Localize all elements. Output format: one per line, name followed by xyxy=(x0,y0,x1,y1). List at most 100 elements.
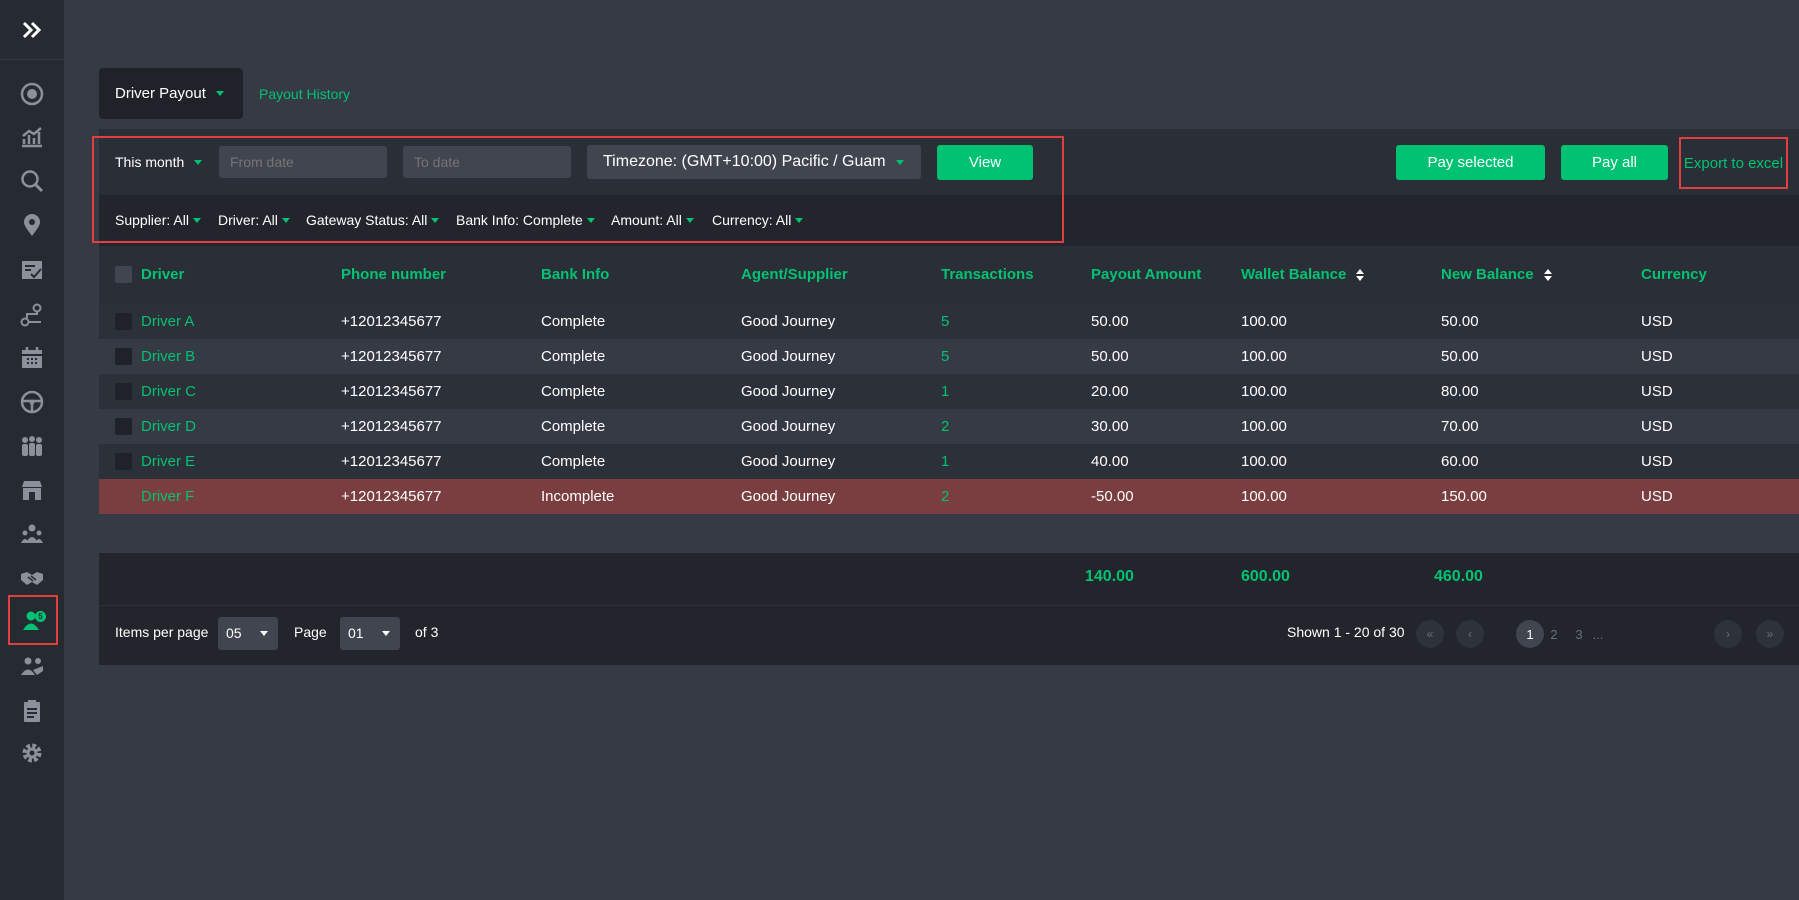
tab-payout-history[interactable]: Payout History xyxy=(259,86,350,102)
view-button[interactable]: View xyxy=(937,145,1033,180)
transactions-link[interactable]: 2 xyxy=(941,479,949,514)
sidebar-item-driver-payout[interactable]: 5 xyxy=(8,595,58,645)
agent-cell: Good Journey xyxy=(741,313,836,330)
new-balance-cell: 60.00 xyxy=(1441,453,1479,470)
sidebar-item-reports[interactable] xyxy=(0,689,64,733)
tasks-icon xyxy=(22,261,42,279)
table-row[interactable]: Driver A +12012345677 Complete Good Jour… xyxy=(99,304,1799,339)
gateway-status-filter[interactable]: Gateway Status: All xyxy=(306,212,440,228)
column-header-wallet-balance[interactable]: Wallet Balance xyxy=(1241,266,1364,283)
pay-all-button[interactable]: Pay all xyxy=(1561,145,1668,180)
sidebar-item-people[interactable] xyxy=(0,424,64,468)
row-checkbox[interactable] xyxy=(115,383,132,400)
chevron-down-icon xyxy=(194,159,203,165)
sort-icon[interactable] xyxy=(1544,269,1552,281)
from-date-input[interactable] xyxy=(219,146,387,178)
store-icon xyxy=(22,481,42,500)
total-wallet-balance: 600.00 xyxy=(1241,568,1290,585)
supplier-filter-label: Supplier: All xyxy=(115,212,189,228)
driver-name-link[interactable]: Driver C xyxy=(141,374,196,409)
column-header-driver[interactable]: Driver xyxy=(141,266,184,283)
sort-icon[interactable] xyxy=(1356,269,1364,281)
sidebar-item-partners[interactable] xyxy=(0,556,64,600)
dashboard-icon xyxy=(20,82,44,106)
select-all-checkbox[interactable] xyxy=(115,266,132,283)
phone-cell: +12012345677 xyxy=(341,383,442,400)
new-balance-cell: 80.00 xyxy=(1441,383,1479,400)
supplier-filter[interactable]: Supplier: All xyxy=(115,212,201,228)
driver-name-link[interactable]: Driver F xyxy=(141,479,194,514)
transactions-link[interactable]: 5 xyxy=(941,339,949,374)
amount-filter[interactable]: Amount: All xyxy=(611,212,694,228)
currency-cell: USD xyxy=(1641,418,1673,435)
sidebar-item-dashboard[interactable] xyxy=(0,72,64,116)
sidebar-item-drivers[interactable] xyxy=(0,380,64,424)
sidebar-item-team[interactable] xyxy=(0,512,64,556)
currency-filter-label: Currency: All xyxy=(712,212,792,228)
bank-info-filter-label: Bank Info: Complete xyxy=(456,212,583,228)
wallet-balance-cell: 100.00 xyxy=(1241,313,1287,330)
column-header-new-balance[interactable]: New Balance xyxy=(1441,266,1552,283)
tab-driver-payout[interactable]: Driver Payout xyxy=(99,68,243,119)
agent-cell: Good Journey xyxy=(741,488,836,505)
bank-info-filter[interactable]: Bank Info: Complete xyxy=(456,212,595,228)
sidebar-item-route[interactable] xyxy=(0,293,64,337)
table-row[interactable]: Driver D +12012345677 Complete Good Jour… xyxy=(99,409,1799,444)
sidebar-item-search[interactable] xyxy=(0,159,64,203)
team-icon xyxy=(21,524,43,543)
chevron-down-icon xyxy=(895,159,904,165)
timezone-dropdown[interactable]: Timezone: (GMT+10:00) Pacific / Guam xyxy=(587,145,921,179)
row-checkbox[interactable] xyxy=(115,453,132,470)
wallet-balance-label: Wallet Balance xyxy=(1241,266,1347,283)
new-balance-cell: 50.00 xyxy=(1441,313,1479,330)
total-new-balance: 460.00 xyxy=(1434,568,1483,585)
driver-filter[interactable]: Driver: All xyxy=(218,212,290,228)
driver-name-link[interactable]: Driver E xyxy=(141,444,195,479)
export-to-excel-button[interactable]: Export to excel xyxy=(1679,137,1788,189)
page-select[interactable]: 01 xyxy=(340,617,400,650)
table-row-incomplete[interactable]: Driver F +12012345677 Incomplete Good Jo… xyxy=(99,479,1799,514)
transactions-link[interactable]: 1 xyxy=(941,374,949,409)
prev-page-button[interactable]: ‹ xyxy=(1456,620,1484,648)
sidebar-item-location[interactable] xyxy=(0,203,64,247)
sidebar-item-store[interactable] xyxy=(0,468,64,512)
transactions-link[interactable]: 5 xyxy=(941,304,949,339)
row-checkbox[interactable] xyxy=(115,313,132,330)
table-row[interactable]: Driver C +12012345677 Complete Good Jour… xyxy=(99,374,1799,409)
transactions-link[interactable]: 2 xyxy=(941,409,949,444)
settings-icon xyxy=(22,743,42,763)
chevron-down-icon xyxy=(260,631,268,636)
currency-cell: USD xyxy=(1641,313,1673,330)
payout-amount-cell: 30.00 xyxy=(1091,418,1129,435)
expand-sidebar-button[interactable] xyxy=(0,0,64,60)
new-balance-cell: 50.00 xyxy=(1441,348,1479,365)
pay-selected-button[interactable]: Pay selected xyxy=(1396,145,1545,180)
driver-name-link[interactable]: Driver D xyxy=(141,409,196,444)
sidebar-item-analytics[interactable] xyxy=(0,115,64,159)
to-date-input[interactable] xyxy=(403,146,571,178)
row-checkbox[interactable] xyxy=(115,418,132,435)
sidebar-item-tasks[interactable] xyxy=(0,248,64,292)
sidebar-item-calendar[interactable] xyxy=(0,336,64,380)
last-page-button[interactable]: » xyxy=(1756,620,1784,648)
first-page-button[interactable]: « xyxy=(1416,620,1444,648)
items-per-page-select[interactable]: 05 xyxy=(218,617,278,650)
chevron-down-icon xyxy=(795,217,804,223)
period-dropdown[interactable]: This month xyxy=(115,154,203,170)
agent-cell: Good Journey xyxy=(741,418,836,435)
transactions-link[interactable]: 1 xyxy=(941,444,949,479)
calendar-icon xyxy=(22,347,42,368)
search-icon xyxy=(21,170,44,193)
next-page-button[interactable]: › xyxy=(1714,620,1742,648)
sidebar-item-settings[interactable] xyxy=(0,731,64,775)
table-row[interactable]: Driver B +12012345677 Complete Good Jour… xyxy=(99,339,1799,374)
sidebar-item-support[interactable] xyxy=(0,644,64,688)
row-checkbox[interactable] xyxy=(115,348,132,365)
page-number-2[interactable]: 2 xyxy=(1540,620,1568,648)
clipboard-icon xyxy=(24,700,40,722)
column-header-agent-supplier: Agent/Supplier xyxy=(741,266,848,283)
table-row[interactable]: Driver E +12012345677 Complete Good Jour… xyxy=(99,444,1799,479)
currency-filter[interactable]: Currency: All xyxy=(712,212,804,228)
driver-name-link[interactable]: Driver A xyxy=(141,304,194,339)
driver-name-link[interactable]: Driver B xyxy=(141,339,195,374)
